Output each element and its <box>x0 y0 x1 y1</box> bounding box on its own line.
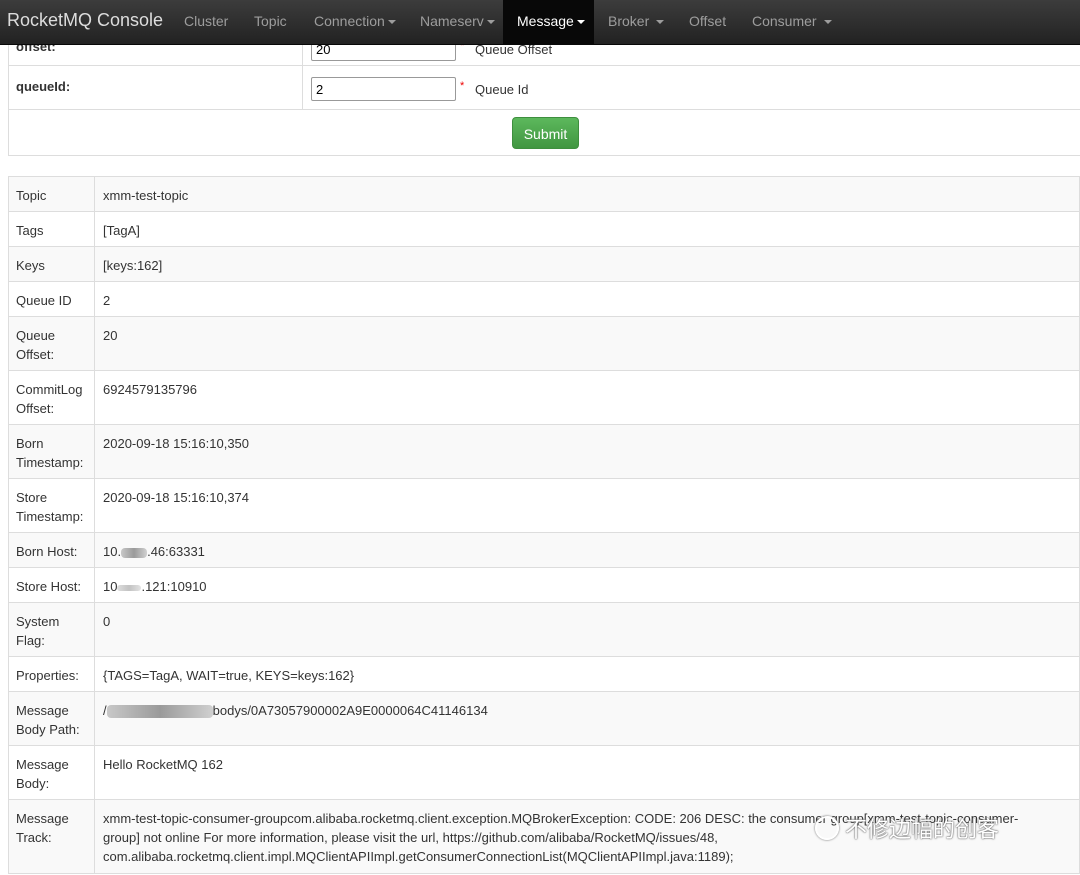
table-row: Properties: {TAGS=TagA, WAIT=true, KEYS=… <box>8 656 1080 692</box>
table-row: Queue ID 2 <box>8 281 1080 317</box>
detail-key: Queue Offset: <box>8 316 95 371</box>
table-row: Born Timestamp: 2020-09-18 15:16:10,350 <box>8 424 1080 479</box>
detail-key: Properties: <box>8 656 95 692</box>
table-row: Tags [TagA] <box>8 211 1080 247</box>
query-form: offset: * Queue Offset queueId: * Queue … <box>8 30 1080 156</box>
caret-down-icon <box>387 20 396 25</box>
queueid-input[interactable] <box>311 77 456 101</box>
top-navbar: RocketMQ Console Cluster Topic Connectio… <box>0 0 1080 45</box>
detail-value: 20 <box>94 316 1080 371</box>
detail-value: 2020-09-18 15:16:10,374 <box>94 478 1080 533</box>
detail-key: System Flag: <box>8 602 95 657</box>
caret-down-icon <box>486 20 495 25</box>
nav-cluster[interactable]: Cluster <box>184 0 228 44</box>
nav-nameserv[interactable]: Nameserv <box>420 0 495 44</box>
nav-consumer[interactable]: Consumer <box>752 0 832 44</box>
submit-button[interactable]: Submit <box>512 117 579 149</box>
detail-key: Message Body Path: <box>8 691 95 746</box>
detail-value: xmm-test-topic <box>94 176 1080 212</box>
table-row: Queue Offset: 20 <box>8 316 1080 371</box>
detail-value: {TAGS=TagA, WAIT=true, KEYS=keys:162} <box>94 656 1080 692</box>
detail-value: 10. .46:63331 <box>94 532 1080 568</box>
caret-down-icon <box>576 20 585 25</box>
table-row: Store Host: 10.121:10910 <box>8 567 1080 603</box>
nav-connection[interactable]: Connection <box>314 0 396 44</box>
detail-value: 2 <box>94 281 1080 317</box>
form-divider <box>302 65 303 109</box>
detail-key: Message Body: <box>8 745 95 800</box>
watermark: 不修边幅的创客 <box>815 812 999 844</box>
table-row: Store Timestamp: 2020-09-18 15:16:10,374 <box>8 478 1080 533</box>
table-row: System Flag: 0 <box>8 602 1080 657</box>
detail-key: Store Host: <box>8 567 95 603</box>
detail-key: Born Timestamp: <box>8 424 95 479</box>
nav-message[interactable]: Message <box>503 0 594 44</box>
redaction-mark <box>121 547 148 558</box>
form-row-queueid: queueId: * Queue Id <box>9 65 1080 110</box>
detail-value: 2020-09-18 15:16:10,350 <box>94 424 1080 479</box>
detail-value: Hello RocketMQ 162 <box>94 745 1080 800</box>
table-row: Born Host: 10. .46:63331 <box>8 532 1080 568</box>
nav-broker[interactable]: Broker <box>608 0 665 44</box>
detail-value: 6924579135796 <box>94 370 1080 425</box>
brand-title[interactable]: RocketMQ Console <box>7 10 163 31</box>
table-row: Message Body: Hello RocketMQ 162 <box>8 745 1080 800</box>
message-detail-table: Topic xmm-test-topic Tags [TagA] Keys [k… <box>8 176 1080 874</box>
detail-key: Tags <box>8 211 95 247</box>
detail-value: [TagA] <box>94 211 1080 247</box>
table-row: Keys [keys:162] <box>8 246 1080 282</box>
table-row: Topic xmm-test-topic <box>8 176 1080 212</box>
redaction-mark <box>117 584 142 591</box>
nav-offset[interactable]: Offset <box>689 0 726 44</box>
detail-key: Topic <box>8 176 95 212</box>
detail-key: CommitLog Offset: <box>8 370 95 425</box>
nav-topic[interactable]: Topic <box>254 0 287 44</box>
detail-value: 10.121:10910 <box>94 567 1080 603</box>
detail-value: [keys:162] <box>94 246 1080 282</box>
detail-key: Store Timestamp: <box>8 478 95 533</box>
caret-down-icon <box>656 20 665 25</box>
required-mark: * <box>460 80 465 92</box>
redaction-mark <box>106 705 213 719</box>
detail-key: Queue ID <box>8 281 95 317</box>
detail-key: Born Host: <box>8 532 95 568</box>
queueid-label: queueId: <box>16 79 71 94</box>
table-row: CommitLog Offset: 6924579135796 <box>8 370 1080 425</box>
detail-key: Message Track: <box>8 799 95 874</box>
detail-value: / bodys/0A73057900002A9E0000064C41146134 <box>94 691 1080 746</box>
detail-key: Keys <box>8 246 95 282</box>
queueid-hint: Queue Id <box>475 82 529 97</box>
table-row: Message Body Path: / bodys/0A73057900002A… <box>8 691 1080 746</box>
caret-down-icon <box>823 20 832 25</box>
detail-value: 0 <box>94 602 1080 657</box>
wechat-logo-icon <box>815 816 839 840</box>
